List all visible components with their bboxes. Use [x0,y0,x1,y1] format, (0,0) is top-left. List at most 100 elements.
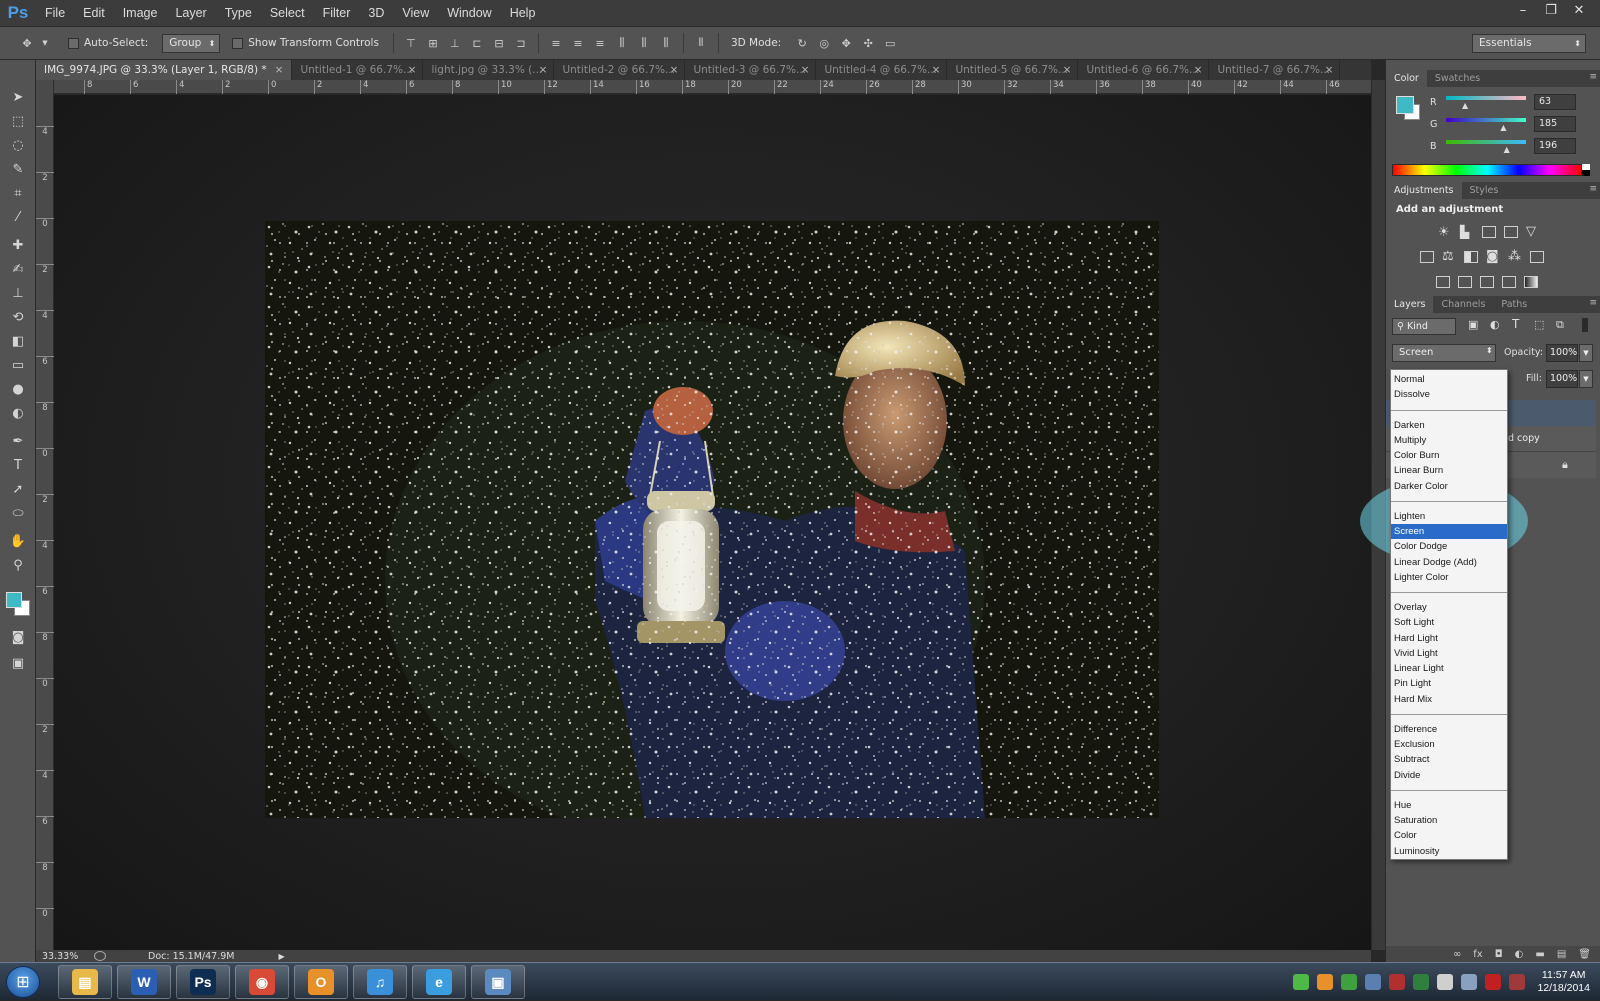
gradient-tool-icon[interactable]: ▭ [8,356,28,376]
itunes-app[interactable]: ♫ [353,965,407,999]
tray-check-icon[interactable] [1341,974,1358,990]
gradient-map-icon[interactable] [1524,276,1538,288]
r-slider[interactable] [1446,96,1526,100]
healing-brush-tool-icon[interactable]: ✚ [8,236,28,256]
b-value[interactable]: 196 [1534,138,1576,154]
eyedropper-tool-icon[interactable]: ⁄ [8,208,28,228]
vibrance-icon[interactable]: ▽ [1526,224,1536,239]
move-tool-icon[interactable]: ➤ [8,88,28,108]
filter-toggle[interactable] [1582,318,1588,332]
color-lookup-icon[interactable] [1530,251,1544,263]
blend-mode-option[interactable]: Multiply [1391,433,1507,448]
blend-mode-option[interactable]: Luminosity [1391,844,1507,859]
ellipse-tool-icon[interactable]: ⬭ [8,504,28,524]
status-info-icon[interactable] [94,951,106,961]
blend-mode-option[interactable]: Soft Light [1391,615,1507,630]
ie-app[interactable]: e [412,965,466,999]
blend-mode-option[interactable]: Linear Light [1391,661,1507,676]
zoom-level[interactable]: 33.33% [42,951,90,962]
add-mask-icon[interactable]: ◘ [1495,949,1503,960]
blend-mode-option[interactable]: Lighter Color [1391,570,1507,585]
path-selection-tool-icon[interactable]: ➚ [8,480,28,500]
tab-close-icon[interactable]: × [1063,60,1072,80]
r-value[interactable]: 63 [1534,94,1576,110]
b-slider[interactable] [1446,140,1526,144]
document-tab[interactable]: Untitled-3 @ 66.7%... × [685,60,817,80]
blend-mode-option[interactable]: Pin Light [1391,676,1507,691]
filter-type-icon[interactable]: T [1512,317,1519,331]
blend-mode-option[interactable]: Darken [1391,418,1507,433]
tab-color[interactable]: Color [1386,70,1427,87]
tab-close-icon[interactable]: × [670,60,679,80]
status-menu-arrow-icon[interactable]: ▶ [278,952,284,961]
document-tab[interactable]: Untitled-5 @ 66.7%... × [947,60,1079,80]
tray-outlook-icon[interactable] [1317,974,1334,990]
photoshop-app[interactable]: Ps [176,965,230,999]
blend-mode-option[interactable]: Overlay [1391,600,1507,615]
curves-icon[interactable] [1482,226,1496,238]
auto-select-checkbox[interactable] [68,37,79,49]
brush-tool-icon[interactable]: ✍ [8,260,28,280]
align-right-icon[interactable]: ⊐ [514,36,528,50]
menu-type[interactable]: Type [216,6,261,20]
tray-display-icon[interactable] [1365,974,1382,990]
filter-pixel-icon[interactable]: ▣ [1468,318,1478,331]
r-slider-thumb[interactable]: ▲ [1462,101,1468,110]
clone-stamp-tool-icon[interactable]: ⊥ [8,284,28,304]
tab-adjustments[interactable]: Adjustments [1386,182,1462,199]
exposure-icon[interactable] [1504,226,1518,238]
blend-mode-option[interactable]: Difference [1391,722,1507,737]
tab-swatches[interactable]: Swatches [1427,70,1488,87]
hand-tool-icon[interactable]: ✋ [8,532,28,552]
distribute-left-icon[interactable]: ⫼ [615,36,629,50]
distribute-top-icon[interactable]: ≡ [549,36,563,50]
screen-mode-icon[interactable]: ▣ [8,654,28,674]
document-tab[interactable]: Untitled-7 @ 66.7%... × [1209,60,1341,80]
fill-value[interactable]: 100% [1546,370,1578,388]
tab-close-icon[interactable]: × [539,60,548,80]
lasso-tool-icon[interactable]: ◌ [8,136,28,156]
distribute-bottom-icon[interactable]: ≡ [593,36,607,50]
tab-close-icon[interactable]: × [801,60,810,80]
align-hcenter-icon[interactable]: ⊟ [492,36,506,50]
start-button[interactable]: ⊞ [6,966,40,998]
history-brush-tool-icon[interactable]: ⟲ [8,308,28,328]
tab-close-icon[interactable]: × [1194,60,1203,80]
document-tab[interactable]: IMG_9974.JPG @ 33.3% (Layer 1, RGB/8) * × [36,60,293,80]
blend-mode-option[interactable]: Linear Dodge (Add) [1391,555,1507,570]
panel-menu-icon[interactable]: ≡ [1589,298,1597,308]
tray-power-icon[interactable] [1461,974,1478,990]
tab-paths[interactable]: Paths [1493,296,1535,313]
align-top-icon[interactable]: ⊤ [404,36,418,50]
photo-filter-icon[interactable]: ◙ [1486,249,1499,264]
blend-mode-option[interactable]: Hue [1391,798,1507,813]
document-tab[interactable]: Untitled-1 @ 66.7%... × [292,60,424,80]
document-image[interactable] [265,221,1159,818]
tray-app-icon[interactable] [1293,974,1310,990]
tab-close-icon[interactable]: × [408,60,417,80]
move-tool-preset-icon[interactable]: ✥ [20,36,34,50]
link-layers-icon[interactable]: ∞ [1453,949,1461,960]
black-white-icon[interactable] [1464,251,1478,263]
close-button[interactable]: ✕ [1566,2,1592,20]
brightness-contrast-icon[interactable]: ☀ [1438,225,1450,240]
document-tab[interactable]: light.jpg @ 33.3% (... × [423,60,555,80]
tab-layers[interactable]: Layers [1386,296,1434,313]
align-left-icon[interactable]: ⊏ [470,36,484,50]
blend-mode-option[interactable]: Linear Burn [1391,463,1507,478]
blend-mode-option[interactable]: Color [1391,828,1507,843]
b-slider-thumb[interactable]: ▲ [1504,145,1510,154]
dodge-tool-icon[interactable]: ◐ [8,404,28,424]
menu-image[interactable]: Image [114,6,167,20]
marquee-tool-icon[interactable]: ⬚ [8,112,28,132]
blend-mode-option[interactable]: Saturation [1391,813,1507,828]
blend-mode-option[interactable]: Darker Color [1391,479,1507,494]
posterize-icon[interactable] [1458,276,1472,288]
blend-mode-option[interactable]: Exclusion [1391,737,1507,752]
distribute-hcenter-icon[interactable]: ⫼ [637,36,651,50]
menu-filter[interactable]: Filter [314,6,360,20]
type-tool-icon[interactable]: T [8,456,28,476]
selective-color-icon[interactable] [1502,276,1516,288]
blend-mode-option[interactable]: Hard Mix [1391,692,1507,707]
menu-edit[interactable]: Edit [74,6,114,20]
